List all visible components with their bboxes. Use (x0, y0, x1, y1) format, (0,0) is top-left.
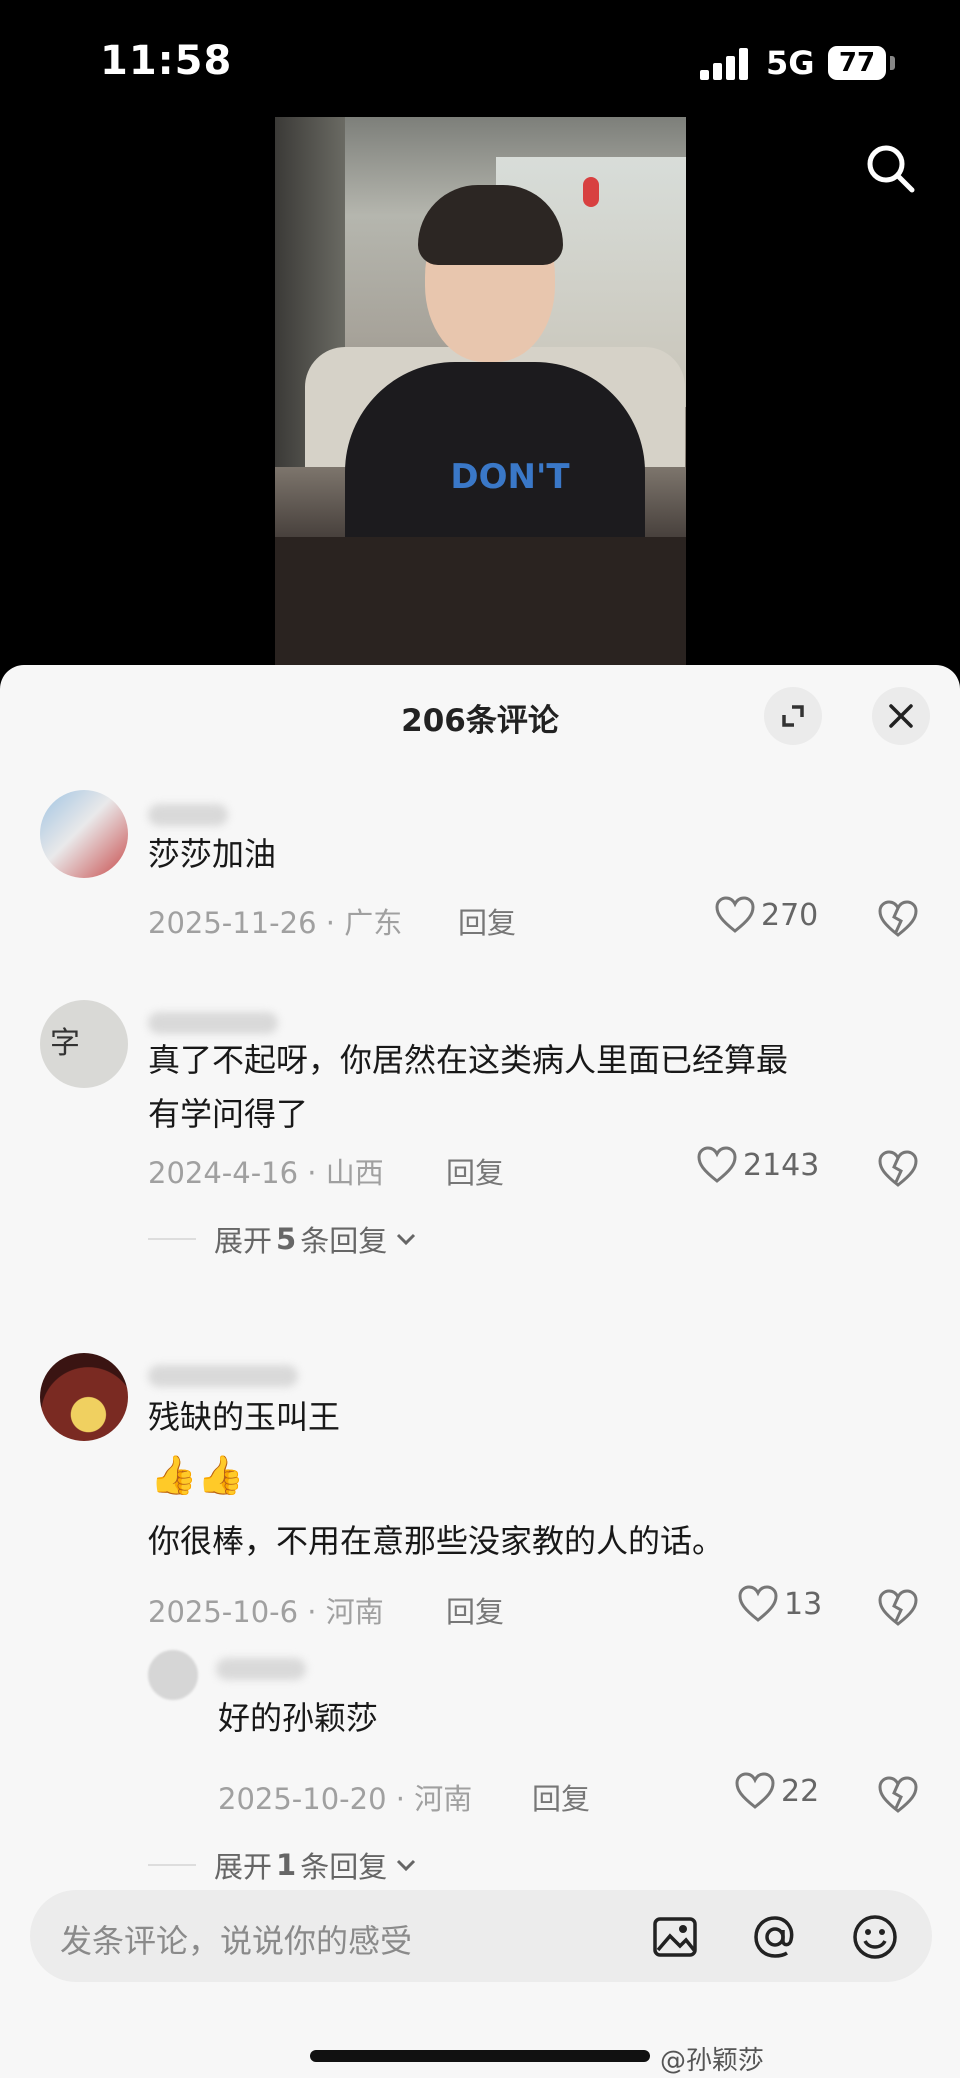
username-blurred[interactable] (216, 1658, 306, 1680)
comment-text: 莎莎加油 (148, 835, 277, 873)
fullscreen-button[interactable] (764, 687, 822, 745)
like-button[interactable]: 22 (735, 1772, 819, 1810)
reply-button[interactable]: 回复 (446, 1589, 504, 1631)
expand-prefix: 展开 (214, 1224, 273, 1258)
comment-meta: 2025-10-20 · 河南 (218, 1782, 473, 1816)
video-table (275, 537, 686, 665)
avatar[interactable] (40, 790, 128, 878)
network-type: 5G (766, 44, 815, 82)
dislike-icon[interactable] (878, 1776, 918, 1814)
watermark-text: @孙颖莎 (660, 2046, 765, 2076)
avatar[interactable] (40, 1353, 128, 1441)
comment-input-bar: 发条评论，说说你的感受 @孙颖莎 (0, 1880, 960, 2078)
username-blurred[interactable] (148, 1365, 298, 1387)
reply-button[interactable]: 回复 (532, 1776, 590, 1818)
like-count: 2143 (743, 1147, 820, 1183)
comment-meta: 2025-11-26 · 广东 (148, 906, 403, 940)
shirt-print: DON'T (450, 457, 570, 497)
reply-button[interactable]: 回复 (458, 900, 516, 942)
like-count: 13 (784, 1586, 823, 1622)
video-lantern (583, 177, 599, 207)
comment-text-line1: 残缺的玉叫王 (148, 1398, 341, 1436)
divider (148, 1238, 196, 1240)
expand-count: 5 (276, 1222, 297, 1256)
signal-icon (700, 48, 752, 80)
comment-input[interactable]: 发条评论，说说你的感受 (30, 1890, 932, 1982)
avatar[interactable] (148, 1650, 198, 1700)
close-icon (889, 704, 913, 728)
expand-count: 1 (276, 1848, 297, 1882)
status-bar: 11:58 5G 77 (0, 0, 960, 120)
comment-item: 字 真了不起呀，你居然在这类病人里面已经算最 有学问得了 2024-4-16 ·… (0, 1000, 960, 1260)
input-placeholder: 发条评论，说说你的感受 (60, 1922, 413, 1960)
heart-icon (738, 1585, 778, 1622)
comment-text-line2: 有学问得了 (148, 1095, 309, 1133)
like-button[interactable]: 270 (715, 896, 818, 934)
comment-item: 莎莎加油 2025-11-26 · 广东 回复 270 (0, 790, 960, 950)
dislike-icon[interactable] (878, 900, 918, 938)
close-button[interactable] (872, 687, 930, 745)
dislike-icon[interactable] (878, 1150, 918, 1188)
comment-item: 残缺的玉叫王 👍👍 你很棒，不用在意那些没家教的人的话。 2025-10-6 ·… (0, 1353, 960, 1629)
username-blurred[interactable] (148, 804, 228, 826)
like-button[interactable]: 2143 (697, 1146, 819, 1184)
emoji-icon[interactable] (850, 1912, 900, 1962)
at-mention-icon[interactable] (750, 1912, 800, 1962)
home-indicator (310, 2050, 650, 2062)
like-count: 22 (781, 1773, 820, 1809)
expand-icon (782, 705, 804, 727)
chevron-down-icon (397, 1233, 416, 1246)
username-blurred[interactable] (148, 1012, 278, 1034)
expand-replies-button[interactable]: 展开 5 条回复 (148, 1218, 419, 1260)
image-icon[interactable] (650, 1912, 700, 1962)
comment-text-line3: 你很棒，不用在意那些没家教的人的话。 (148, 1522, 725, 1560)
like-count: 270 (761, 897, 819, 933)
heart-icon (697, 1146, 737, 1183)
avatar[interactable]: 字 (40, 1000, 128, 1088)
reply-item: 好的孙颖莎 2025-10-20 · 河南 回复 22 展开 1 条回复 (0, 1650, 960, 1890)
video-player[interactable]: DON'T (275, 117, 686, 665)
battery-icon: 77 (828, 46, 886, 80)
comment-meta: 2024-4-16 · 山西 (148, 1156, 384, 1190)
search-icon[interactable] (862, 140, 918, 196)
divider (148, 1864, 196, 1866)
thumbs-up-emoji: 👍👍 (150, 1453, 245, 1497)
comment-meta: 2025-10-6 · 河南 (148, 1595, 384, 1629)
comment-text: 好的孙颖莎 (218, 1699, 379, 1737)
chevron-down-icon (397, 1859, 416, 1872)
comment-sheet: 206条评论 莎莎加油 2025-11-26 · 广东 回复 270 字 真了不… (0, 665, 960, 2078)
dislike-icon[interactable] (878, 1589, 918, 1627)
expand-suffix: 条回复 (300, 1224, 388, 1258)
comment-text-line1: 真了不起呀，你居然在这类病人里面已经算最 (148, 1041, 789, 1079)
battery-tip (890, 56, 895, 70)
like-button[interactable]: 13 (738, 1585, 822, 1623)
heart-icon (735, 1772, 775, 1809)
heart-icon (715, 896, 755, 933)
status-time: 11:58 (100, 38, 233, 84)
reply-button[interactable]: 回复 (446, 1150, 504, 1192)
